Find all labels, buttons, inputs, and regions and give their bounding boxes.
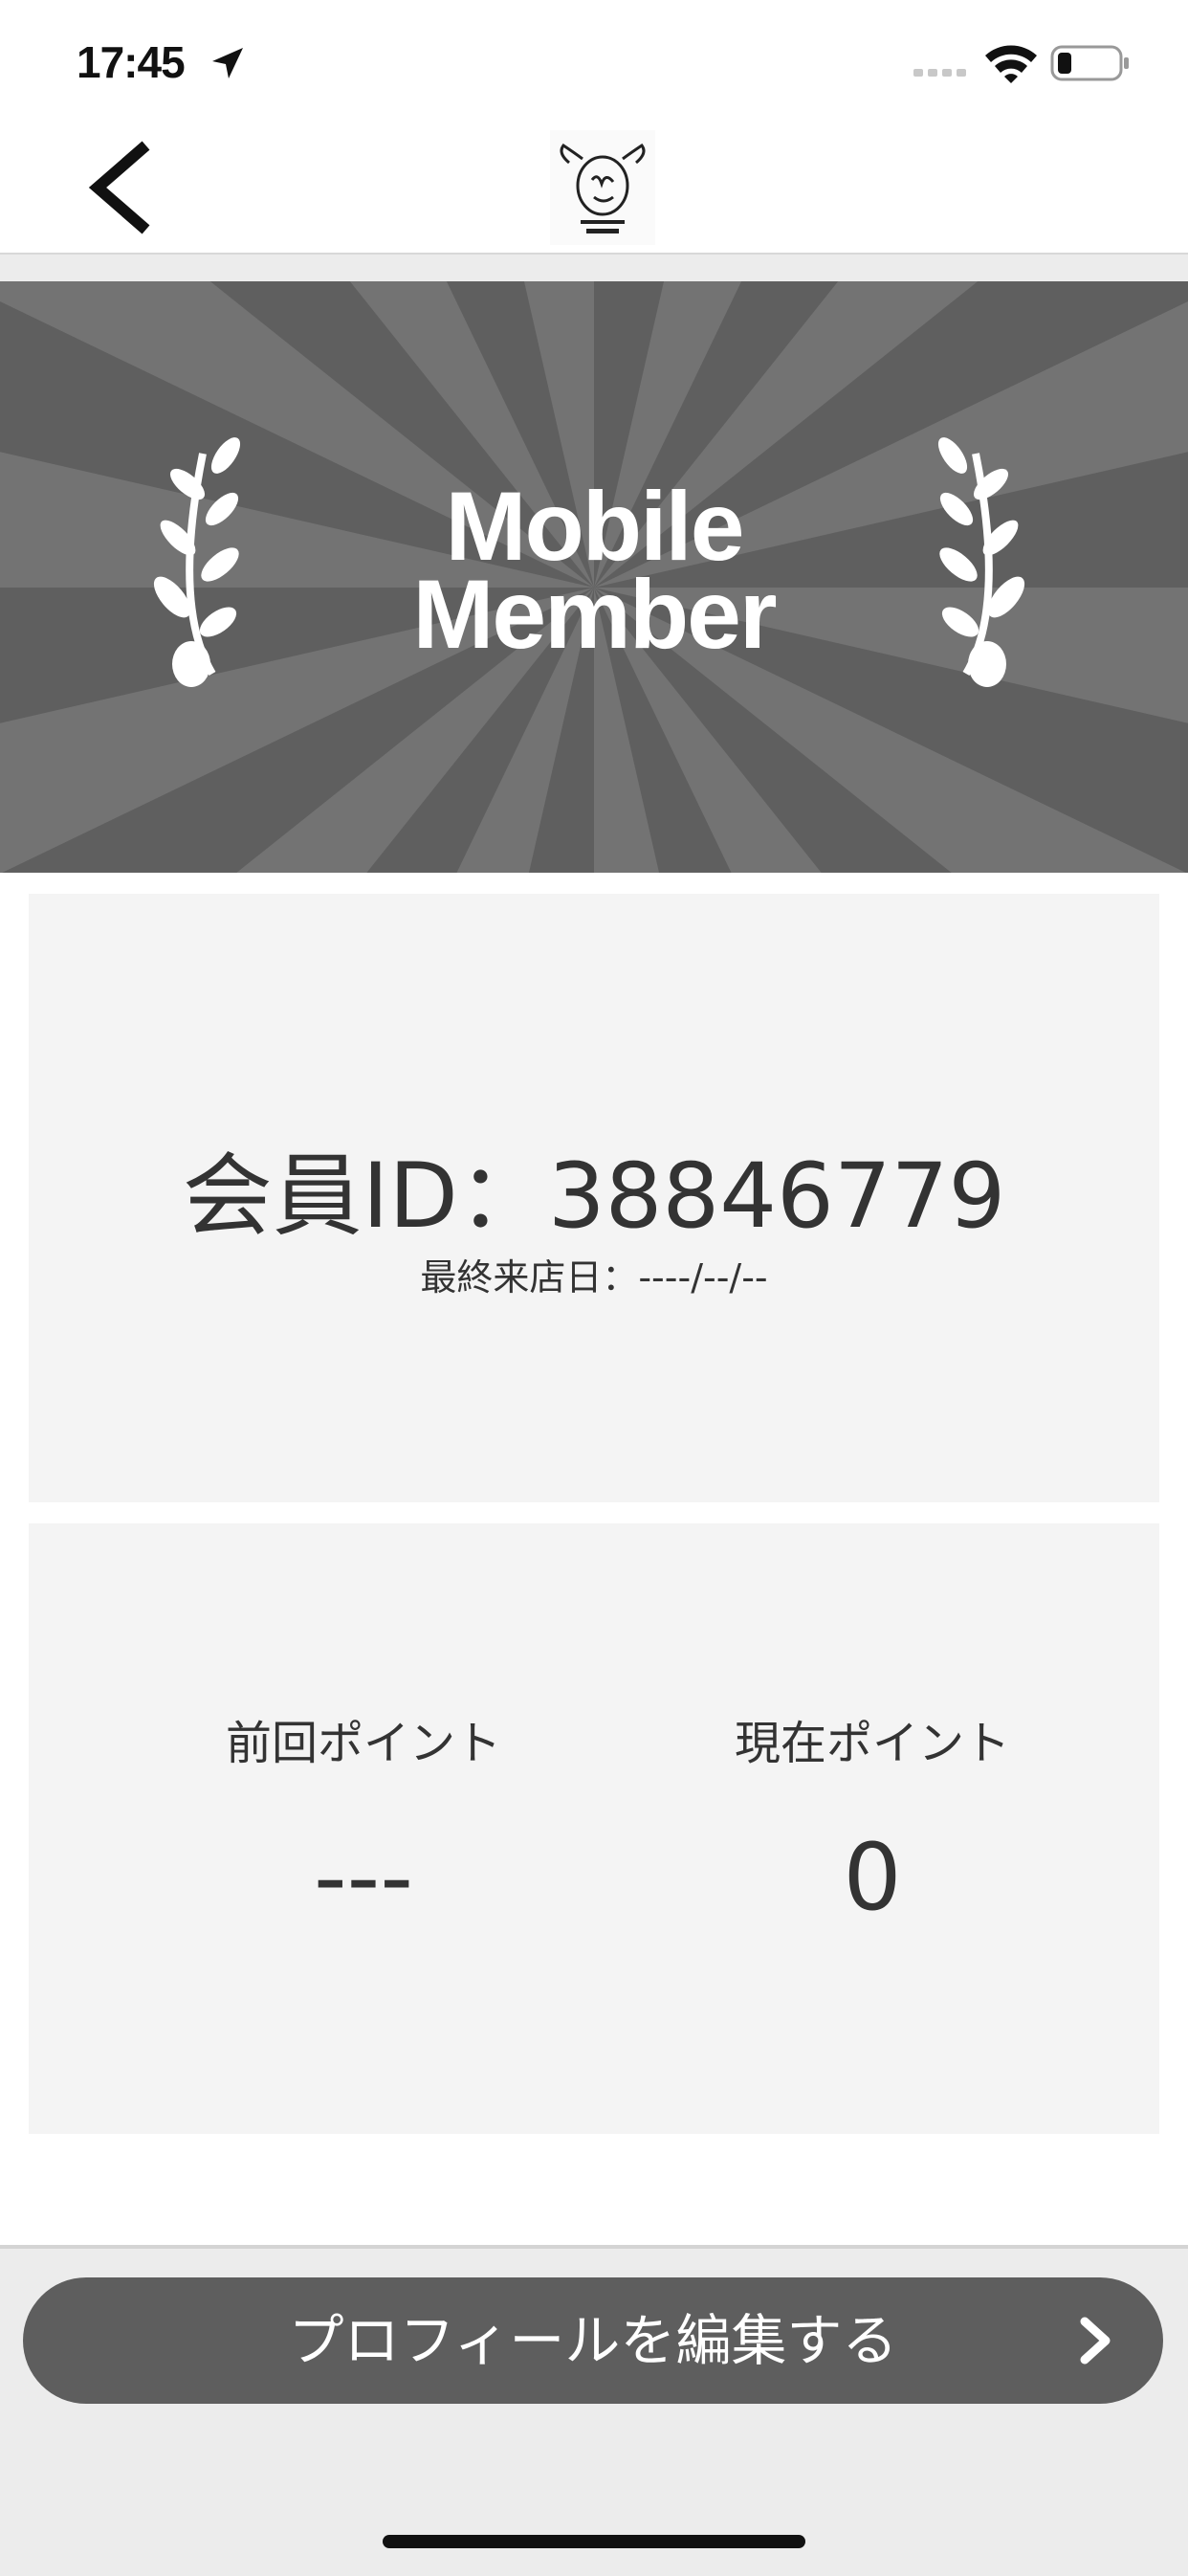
status-bar: 17:45 (0, 0, 1188, 124)
back-button[interactable] (77, 134, 163, 241)
chevron-left-icon (88, 141, 150, 234)
horitan-logo (550, 130, 655, 245)
previous-points-label: 前回ポイント (225, 1717, 501, 1770)
wifi-icon (985, 45, 1037, 83)
points-card: 前回ポイント --- 現在ポイント 0 (29, 1523, 1159, 2134)
banner-title-line2: Member (412, 560, 777, 669)
navigation-bar (0, 124, 1188, 255)
banner-title-line1: Mobile (445, 472, 745, 581)
previous-points-value: --- (314, 1824, 413, 1931)
current-points-label: 現在ポイント (734, 1717, 1010, 1770)
banner-title: Mobile Member (0, 472, 1188, 669)
mobile-member-banner: Mobile Member (0, 281, 1188, 873)
cellular-signal-icon (913, 69, 966, 77)
previous-points: 前回ポイント --- (124, 1715, 603, 1925)
last-visit-date: 最終来店日：----/--/-- (420, 1256, 768, 1299)
bottom-action-area: プロフィールを編集する (0, 2245, 1188, 2576)
edit-profile-button[interactable]: プロフィールを編集する (23, 2277, 1163, 2404)
member-id-card: 会員ID：38846779 最終来店日：----/--/-- (29, 894, 1159, 1502)
current-points-value: 0 (843, 1824, 902, 1931)
status-time: 17:45 (77, 37, 186, 87)
texture-band (0, 255, 1188, 281)
chevron-right-icon (1080, 2317, 1111, 2365)
location-arrow-icon (212, 48, 243, 78)
edit-profile-label: プロフィールを編集する (288, 2308, 898, 2373)
current-points: 現在ポイント 0 (633, 1715, 1111, 1925)
member-id: 会員ID：38846779 (182, 1144, 1006, 1249)
battery-icon (1050, 45, 1129, 81)
home-indicator (383, 2535, 805, 2548)
